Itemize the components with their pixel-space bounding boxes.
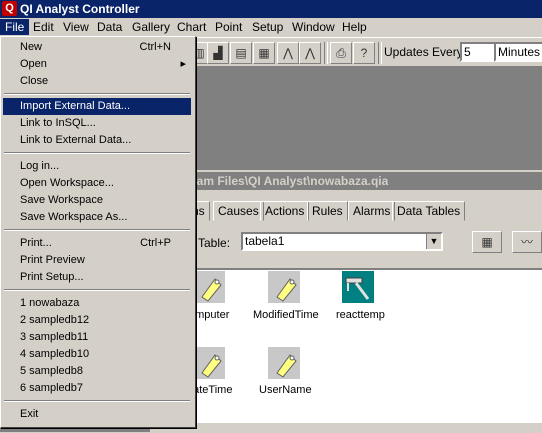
chart-view-icon[interactable]: 〰 [512,231,542,253]
tag-icon[interactable] [193,347,225,379]
menu-help[interactable]: Help [337,19,372,35]
menu-edit[interactable]: Edit [28,19,59,35]
menu-item-recent-1[interactable]: 1 nowabaza [3,295,191,312]
tag-icon[interactable] [268,347,300,379]
menu-item-recent-4[interactable]: 4 sampledb10 [3,346,191,363]
grid-view-icon[interactable]: ▦ [472,231,502,253]
tab-actions[interactable]: Actions [260,201,310,221]
tab-rules[interactable]: Rules [307,201,348,221]
menu-separator [4,229,190,231]
tab-causes[interactable]: Causes [213,201,264,221]
table-select-value: tabela1 [245,234,285,248]
menu-item-log-in[interactable]: Log in... [3,158,191,175]
menu-item-close[interactable]: Close [3,73,191,90]
menu-item-save-workspace-as[interactable]: Save Workspace As... [3,209,191,226]
menu-setup[interactable]: Setup [247,19,288,35]
caliper-icon[interactable] [342,271,374,303]
menu-item-link-external-data[interactable]: Link to External Data... [3,132,191,149]
field-label: reacttemp [336,309,385,321]
menu-item-open[interactable]: Open ▸ [3,56,191,73]
menu-item-print[interactable]: Print... Ctrl+P [3,235,191,252]
menu-window[interactable]: Window [287,19,340,35]
menu-separator [4,289,190,291]
menu-item-new[interactable]: New Ctrl+N [3,39,191,56]
calendar-icon[interactable]: ▤ [230,42,252,64]
tag-icon[interactable] [268,271,300,303]
chevron-right-icon: ▸ [180,58,186,70]
menu-gallery[interactable]: Gallery [127,19,175,35]
app-icon[interactable]: Q [2,1,17,16]
updates-units-select[interactable]: Minutes [494,42,542,62]
bar-chart-icon[interactable]: ▟ [207,42,229,64]
menu-separator [4,93,190,95]
toolbar-separator [324,42,328,64]
menu-view[interactable]: View [58,19,94,35]
help-icon[interactable]: ? [353,42,375,64]
grid-icon[interactable]: ▦ [253,42,275,64]
menu-chart[interactable]: Chart [172,19,211,35]
menu-data[interactable]: Data [92,19,127,35]
toolbar-separator [378,42,382,64]
field-label: ModifiedTime [253,309,319,321]
status-strip [150,422,542,433]
distribution-icon[interactable]: ⋀ [299,42,321,64]
menu-item-recent-3[interactable]: 3 sampledb11 [3,329,191,346]
menu-item-import-external-data[interactable]: Import External Data... [3,98,191,115]
histogram-icon[interactable]: ⋀ [277,42,299,64]
title-bar: Q QI Analyst Controller [0,0,542,18]
menu-item-exit[interactable]: Exit [3,406,191,423]
updates-interval-input[interactable]: 5 [460,42,496,62]
menu-item-recent-6[interactable]: 6 sampledb7 [3,380,191,397]
menu-item-save-workspace[interactable]: Save Workspace [3,192,191,209]
table-label: Table: [198,236,231,250]
child-window-title: ram Files\QI Analyst\nowabaza.qia [150,172,542,190]
menu-item-recent-2[interactable]: 2 sampledb12 [3,312,191,329]
printer-icon[interactable]: ⎙ [330,42,352,64]
table-select[interactable]: tabela1 ▼ [241,232,443,251]
tag-icon[interactable] [193,271,225,303]
menu-file[interactable]: File [0,19,30,35]
tab-data-tables[interactable]: Data Tables [392,201,466,221]
window-title: QI Analyst Controller [20,2,140,16]
file-menu-dropdown: New Ctrl+N Open ▸ Close Import External Da… [0,36,196,428]
updates-label: Updates Every: [384,45,467,59]
tab-alarms[interactable]: Alarms [348,201,396,221]
menu-bar: File Edit View Data Gallery Chart Point … [0,18,542,36]
menu-point[interactable]: Point [210,19,247,35]
menu-item-print-setup[interactable]: Print Setup... [3,269,191,286]
menu-item-recent-5[interactable]: 5 sampledb8 [3,363,191,380]
menu-item-open-workspace[interactable]: Open Workspace... [3,175,191,192]
field-label: UserName [259,384,312,396]
menu-separator [4,152,190,154]
menu-item-print-preview[interactable]: Print Preview [3,252,191,269]
chevron-down-icon[interactable]: ▼ [426,234,441,249]
menu-separator [4,400,190,402]
menu-item-link-insql[interactable]: Link to InSQL... [3,115,191,132]
